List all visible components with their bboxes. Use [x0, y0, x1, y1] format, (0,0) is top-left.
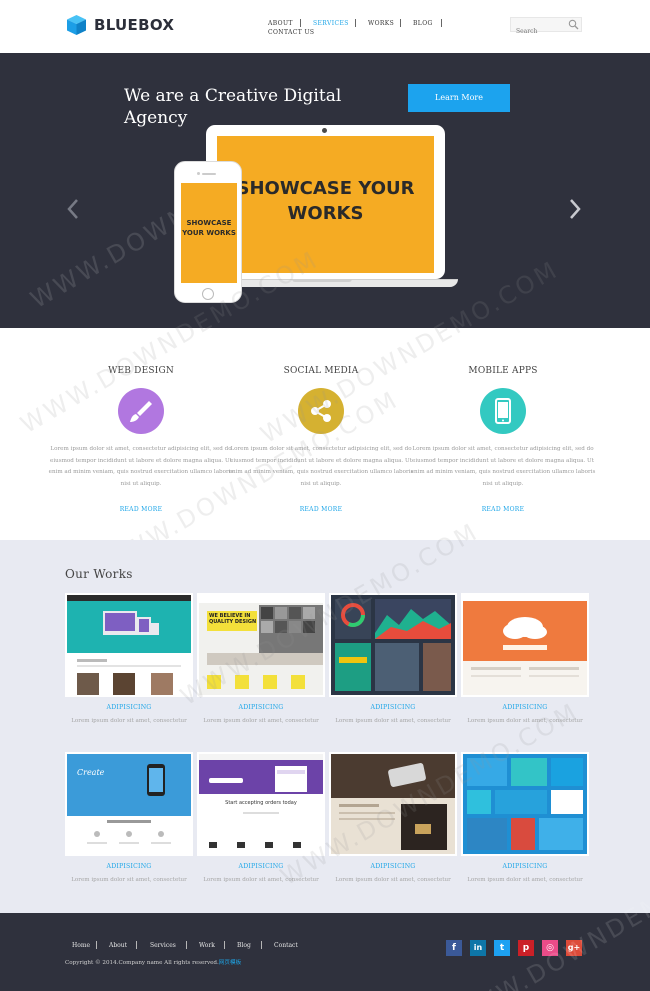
work-title[interactable]: ADIPISICING	[197, 704, 325, 711]
mobile-icon	[495, 398, 511, 424]
work-title[interactable]: ADIPISICING	[65, 704, 193, 711]
work-thumbnail[interactable]: Start accepting orders today	[197, 752, 325, 856]
twitter-icon[interactable]: t	[494, 940, 510, 956]
brush-icon	[130, 401, 152, 422]
search-input[interactable]	[511, 25, 567, 38]
phone-showcase-text: SHOWCASE YOUR WORKS	[182, 219, 236, 237]
learn-more-button[interactable]: Learn More	[408, 84, 510, 112]
footer-link-about[interactable]: About	[109, 942, 127, 949]
site-header: BLUEBOX ABOUT SERVICES WORKS BLOG CONTAC…	[0, 0, 650, 53]
work-description: Lorem ipsum dolor sit amet, consectetur	[203, 718, 319, 724]
work-title[interactable]: ADIPISICING	[461, 863, 589, 870]
logo-text: BLUEBOX	[94, 16, 175, 34]
service-badge	[480, 388, 526, 434]
nav-divider	[355, 19, 356, 27]
search-box	[510, 17, 582, 38]
laptop-camera	[322, 128, 327, 133]
nav-works[interactable]: WORKS	[368, 20, 394, 27]
read-more-link[interactable]: READ MORE	[226, 506, 416, 513]
work-thumbnail[interactable]: Create	[65, 752, 193, 856]
nav-contact-us[interactable]: CONTACT US	[268, 29, 314, 36]
footer-divider	[136, 941, 137, 949]
cube-logo-icon	[67, 15, 86, 35]
thumbnail-caption: WE BELIEVE IN QUALITY DESIGN	[209, 613, 257, 625]
work-description: Lorem ipsum dolor sit amet, consectetur	[71, 877, 187, 883]
footer-link-work[interactable]: Work	[199, 942, 215, 949]
footer-divider	[96, 941, 97, 949]
works-title: Our Works	[65, 567, 133, 581]
work-description: Lorem ipsum dolor sit amet, consectetur	[467, 877, 583, 883]
footer-link-home[interactable]: Home	[72, 942, 90, 949]
footer-divider	[261, 941, 262, 949]
work-description: Lorem ipsum dolor sit amet, consectetur	[71, 718, 187, 724]
work-description: Lorem ipsum dolor sit amet, consectetur	[335, 718, 451, 724]
thumbnail-caption: Create	[77, 768, 105, 777]
footer-link-contact[interactable]: Contact	[274, 942, 298, 949]
work-title[interactable]: ADIPISICING	[65, 863, 193, 870]
hero-title: We are a Creative Digital Agency	[124, 86, 342, 128]
work-thumbnail[interactable]	[65, 593, 193, 697]
thumbnail-image	[67, 595, 191, 695]
service-title: MOBILE APPS	[468, 366, 538, 376]
search-icon[interactable]	[568, 19, 579, 30]
footer-link-services[interactable]: Services	[150, 942, 176, 949]
footer-divider	[186, 941, 187, 949]
phone-home-button	[202, 288, 214, 300]
phone-illustration: SHOWCASE YOUR WORKS	[174, 161, 242, 303]
phone-camera	[197, 172, 200, 175]
work-title[interactable]: ADIPISICING	[329, 704, 457, 711]
service-description: Lorem ipsum dolor sit amet, consectetur …	[410, 446, 596, 487]
pinterest-icon[interactable]: p	[518, 940, 534, 956]
linkedin-icon[interactable]: in	[470, 940, 486, 956]
nav-services[interactable]: SERVICES	[313, 20, 349, 27]
work-title[interactable]: ADIPISICING	[329, 863, 457, 870]
nav-divider	[441, 19, 442, 27]
copyright-text: Copyright © 2014.Company name All rights…	[65, 958, 241, 966]
service-description: Lorem ipsum dolor sit amet, consectetur …	[48, 446, 234, 487]
copyright-notice: Copyright © 2014.Company name All rights…	[65, 960, 219, 966]
footer-link-blog[interactable]: Blog	[237, 942, 251, 949]
work-thumbnail[interactable]	[461, 593, 589, 697]
works-section: Our Works ADIPISICING Lorem ipsum dolor …	[0, 517, 650, 913]
laptop-showcase-text: SHOWCASE YOUR WORKS	[236, 178, 415, 224]
laptop-display: SHOWCASE YOUR WORKS	[217, 136, 434, 273]
nav-blog[interactable]: BLOG	[413, 20, 433, 27]
read-more-link[interactable]: READ MORE	[408, 506, 598, 513]
thumbnail-caption: Start accepting orders today	[225, 800, 297, 806]
slider-next-arrow-icon[interactable]	[568, 198, 582, 220]
service-badge	[118, 388, 164, 434]
footer-divider	[224, 941, 225, 949]
phone-display: SHOWCASE YOUR WORKS	[181, 183, 237, 283]
nav-divider	[400, 19, 401, 27]
nav-divider	[300, 19, 301, 27]
services-section: WEB DESIGN Lorem ipsum dolor sit amet, c…	[0, 245, 650, 579]
slider-prev-arrow-icon[interactable]	[66, 198, 80, 220]
work-description: Lorem ipsum dolor sit amet, consectetur	[335, 877, 451, 883]
logo[interactable]: BLUEBOX	[66, 14, 174, 36]
thumbnail-image	[463, 595, 587, 695]
site-footer: Home About Services Work Blog Contact Co…	[0, 840, 650, 991]
facebook-icon[interactable]: f	[446, 940, 462, 956]
phone-speaker	[202, 173, 216, 175]
nav-about[interactable]: ABOUT	[268, 20, 293, 27]
template-link[interactable]: 网页模板	[219, 960, 241, 966]
